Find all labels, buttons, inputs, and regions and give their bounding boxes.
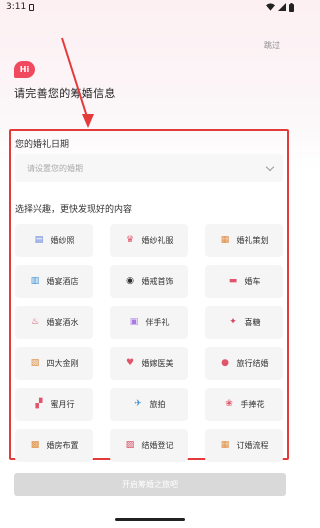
engagement-icon: ▦ [220,440,230,450]
interest-tile-label: 婚宴酒水 [46,318,79,327]
registration-icon: ▨ [125,440,135,450]
hi-badge: Hi [14,61,35,78]
ring-icon: ◉ [126,276,134,286]
interest-tile-label: 婚礼策划 [236,236,269,245]
hotel-icon: ▥ [30,276,40,286]
interest-tile-label: 喜糖 [244,318,261,327]
interest-tile[interactable]: ♛ 婚纱礼服 [110,224,188,257]
interest-tile-label: 旅拍 [149,400,166,409]
interest-tile[interactable]: ▩ 婚房布置 [15,429,93,462]
gift-icon: ▣ [129,317,139,327]
interest-tile[interactable]: ▦ 订婚流程 [205,429,283,462]
interest-tile[interactable]: ♨ 婚宴酒水 [15,306,93,339]
wedding-date-placeholder: 请设置您的婚期 [27,163,83,173]
chevron-down-icon [265,162,275,171]
interest-label: 选择兴趣，更快发现好的内容 [15,205,133,215]
travel-photo-icon: ✈ [134,399,142,409]
interest-tile[interactable]: ✦ 喜糖 [205,306,283,339]
wine-icon: ♨ [30,317,40,327]
interest-tile-label: 蜜月行 [50,400,75,409]
interest-tile-label: 婚纱礼服 [141,236,174,245]
interest-tile-label: 订婚流程 [236,441,269,450]
wedding-date-label: 您的婚礼日期 [15,140,70,150]
home-indicator [115,518,185,521]
start-journey-button[interactable]: 开启筹婚之旅吧 [14,473,286,496]
status-bar: 3:11 [0,0,300,14]
wifi-icon [266,3,275,11]
interest-tile-label: 四大金刚 [46,359,79,368]
room-decor-icon: ▩ [30,440,40,450]
candy-icon: ✦ [229,317,237,327]
sim-icon [29,3,35,11]
car-icon: ▬ [228,276,238,286]
interest-tile[interactable]: ▬ 婚车 [205,265,283,298]
page-title: 请完善您的筹婚信息 [14,87,116,100]
beauty-icon: ♥ [125,358,135,368]
wedding-planning-icon: ▦ [220,235,230,245]
bouquet-icon: ❀ [225,399,233,409]
interest-tile[interactable]: ▧ 四大金刚 [15,347,93,380]
interest-tile-label: 婚车 [244,277,261,286]
signal-icon [278,3,286,11]
interest-grid: ▤ 婚纱照 ♛ 婚纱礼服 ▦ 婚礼策划 ▥ 婚宴酒店 ◉ 婚戒首饰 ▬ 婚车 ♨ 婚宴酒水 ▣ 伴手礼 ✦ 喜糖 ▧… [15,224,283,462]
status-time: 3:11 [6,2,27,12]
wedding-date-select[interactable]: 请设置您的婚期 [15,154,283,182]
wedding-dress-icon: ♛ [125,235,135,245]
interest-tile[interactable]: ● 旅行结婚 [205,347,283,380]
interest-tile-label: 婚嫁医美 [141,359,174,368]
honeymoon-icon: ▞ [35,399,43,409]
interest-tile[interactable]: ◉ 婚戒首饰 [110,265,188,298]
wedding-photo-icon: ▤ [34,235,44,245]
interest-tile-label: 旅行结婚 [236,359,269,368]
interest-tile-label: 婚戒首饰 [141,277,174,286]
interest-tile[interactable]: ▤ 婚纱照 [15,224,93,257]
balloon-icon: ● [221,358,229,368]
interest-tile-label: 婚宴酒店 [46,277,79,286]
interest-tile-label: 手捧花 [240,400,265,409]
camera-icon: ▧ [30,358,40,368]
interest-tile[interactable]: ✈ 旅拍 [110,388,188,421]
status-right [266,2,294,12]
interest-tile[interactable]: ▞ 蜜月行 [15,388,93,421]
interest-tile-label: 伴手礼 [145,318,170,327]
interest-tile-label: 婚房布置 [46,441,79,450]
battery-icon [289,2,294,12]
interest-tile-label: 结婚登记 [141,441,174,450]
interest-tile[interactable]: ▥ 婚宴酒店 [15,265,93,298]
status-left: 3:11 [6,2,35,12]
interest-tile[interactable]: ▦ 婚礼策划 [205,224,283,257]
interest-tile[interactable]: ▨ 结婚登记 [110,429,188,462]
interest-tile[interactable]: ▣ 伴手礼 [110,306,188,339]
interest-tile[interactable]: ❀ 手捧花 [205,388,283,421]
interest-tile[interactable]: ♥ 婚嫁医美 [110,347,188,380]
interest-tile-label: 婚纱照 [50,236,75,245]
skip-button[interactable]: 跳过 [264,40,280,51]
